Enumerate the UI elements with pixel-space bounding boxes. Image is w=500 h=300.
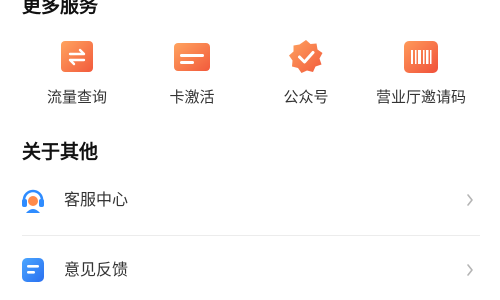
section-title-about-other: 关于其他 bbox=[22, 141, 99, 163]
barcode-icon bbox=[403, 39, 439, 75]
card-icon bbox=[174, 39, 210, 75]
service-card-activation[interactable]: 卡激活 bbox=[137, 39, 247, 119]
service-data-query[interactable]: 流量查询 bbox=[22, 39, 132, 119]
feedback-document-icon bbox=[20, 257, 46, 283]
list-divider bbox=[22, 235, 480, 236]
data-exchange-icon bbox=[59, 39, 95, 75]
customer-service-headset-icon bbox=[20, 187, 46, 213]
service-label: 营业厅邀请码 bbox=[375, 88, 466, 106]
row-label: 客服中心 bbox=[64, 190, 129, 209]
service-hall-invite-code[interactable]: 营业厅邀请码 bbox=[366, 39, 476, 119]
service-label: 卡激活 bbox=[169, 88, 215, 106]
customer-service-center-row[interactable]: 客服中心 bbox=[0, 172, 500, 228]
services-grid: 流量查询 卡激活 公众号 营业厅邀请码 bbox=[0, 39, 500, 119]
service-label: 流量查询 bbox=[46, 88, 107, 106]
feedback-row[interactable]: 意见反馈 bbox=[0, 242, 500, 298]
chevron-right-icon bbox=[465, 262, 475, 278]
chevron-right-icon bbox=[465, 192, 475, 208]
verified-badge-icon bbox=[288, 39, 324, 75]
more-services-page: 更多服务 流量查询 卡激活 公众号 营业厅邀请码 关于其他 客服中心 意见反馈 bbox=[0, 0, 500, 300]
section-title-more-services: 更多服务 bbox=[22, 0, 99, 17]
row-label: 意见反馈 bbox=[64, 260, 129, 279]
service-official-account[interactable]: 公众号 bbox=[251, 39, 361, 119]
service-label: 公众号 bbox=[283, 88, 329, 106]
